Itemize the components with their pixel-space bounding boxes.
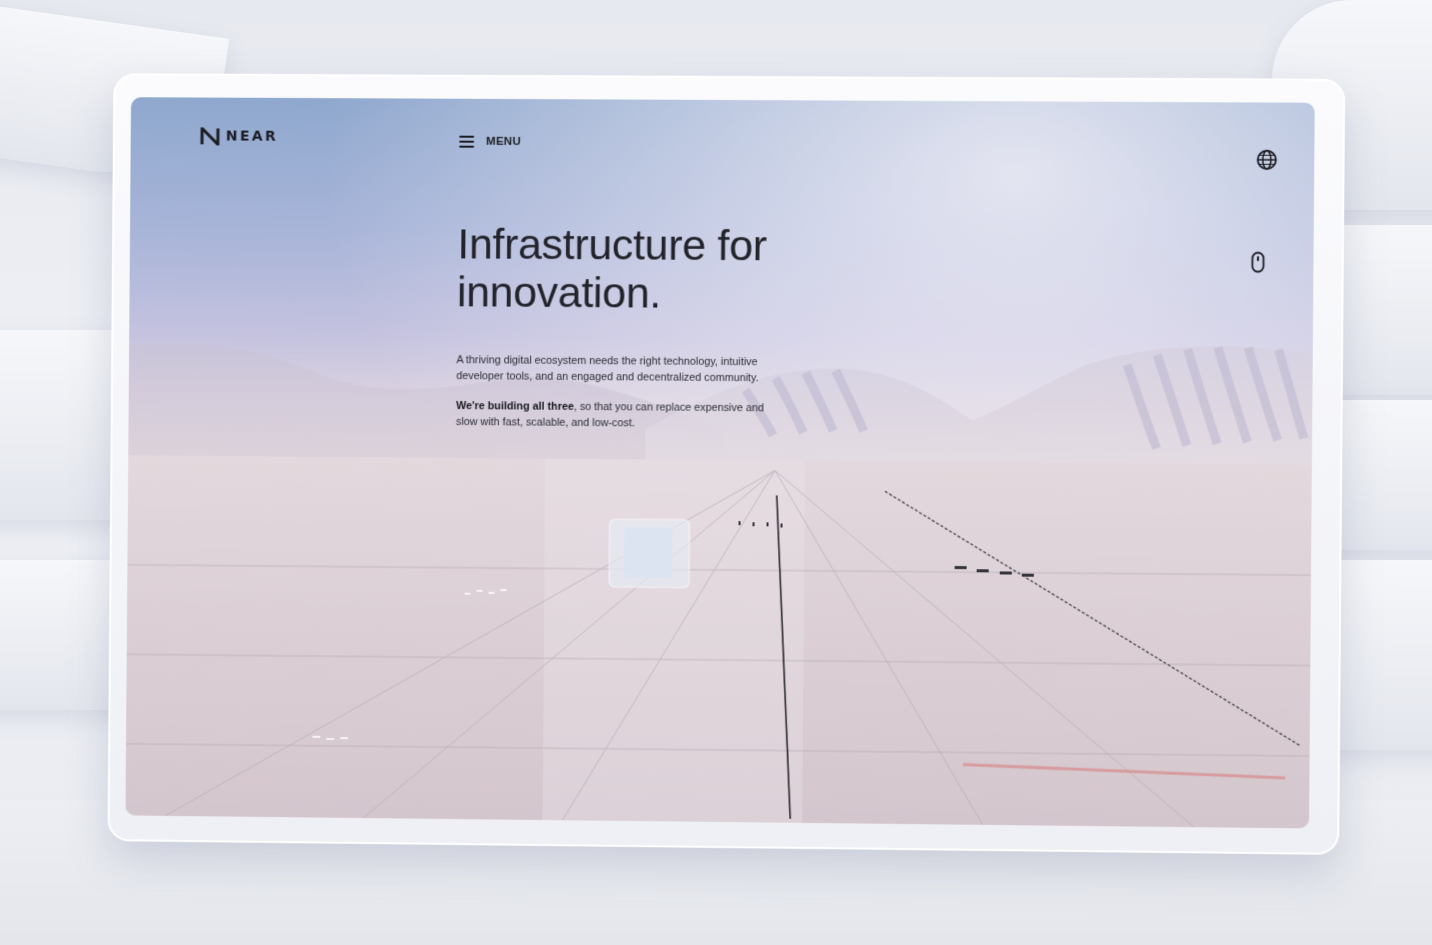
desert-landscape bbox=[125, 97, 1314, 828]
globe-icon[interactable] bbox=[1256, 149, 1278, 171]
mouse-scroll-icon bbox=[1251, 251, 1265, 273]
hamburger-icon bbox=[459, 136, 474, 148]
near-n-logo-icon bbox=[200, 127, 220, 145]
hero-paragraph-2: We're building all three, so that you ca… bbox=[456, 398, 776, 432]
menu-button[interactable]: MENU bbox=[459, 136, 521, 148]
hero-title-line2: innovation. bbox=[457, 268, 661, 317]
website-screen: NEAR MENU Infrastructure for innovation. bbox=[125, 97, 1314, 828]
hero-paragraph-2-bold: We're building all three bbox=[456, 400, 574, 413]
hero-title-line1: Infrastructure for bbox=[457, 220, 767, 270]
hero-section: Infrastructure for innovation. A thrivin… bbox=[456, 220, 877, 433]
hero-paragraph-1: A thriving digital ecosystem needs the r… bbox=[456, 352, 776, 386]
brand-name: NEAR bbox=[226, 129, 279, 145]
monitor-frame: NEAR MENU Infrastructure for innovation. bbox=[107, 73, 1345, 855]
hero-title: Infrastructure for innovation. bbox=[457, 220, 877, 319]
brand-logo[interactable]: NEAR bbox=[200, 127, 278, 145]
menu-label: MENU bbox=[486, 136, 521, 148]
